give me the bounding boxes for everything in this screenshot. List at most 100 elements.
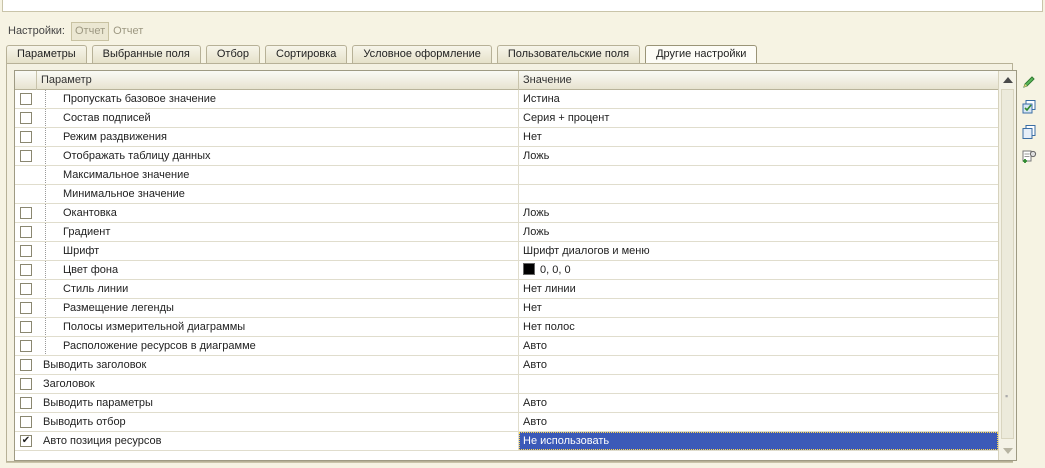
grid-header: Параметр Значение — [15, 71, 1016, 90]
row-checkbox[interactable] — [20, 378, 32, 390]
row-checkbox[interactable] — [20, 264, 32, 276]
parameter-cell[interactable]: Режим раздвижения — [37, 128, 519, 146]
parameter-cell[interactable]: Отображать таблицу данных — [37, 147, 519, 165]
value-cell[interactable]: Ложь — [519, 147, 998, 165]
header-value[interactable]: Значение — [519, 71, 998, 90]
copy-icon[interactable] — [1019, 122, 1039, 142]
row-checkbox[interactable] — [20, 397, 32, 409]
value-cell[interactable]: 0, 0, 0 — [519, 261, 998, 279]
parameter-label: Отображать таблицу данных — [63, 150, 211, 162]
value-cell[interactable]: Ложь — [519, 223, 998, 241]
row-checkbox[interactable] — [20, 207, 32, 219]
row-checkbox[interactable] — [20, 340, 32, 352]
value-cell[interactable]: Нет линии — [519, 280, 998, 298]
row-checkbox[interactable] — [20, 302, 32, 314]
table-row[interactable]: Отображать таблицу данных Ложь — [15, 147, 1016, 166]
scroll-up-icon[interactable] — [1003, 77, 1013, 83]
parameter-label: Выводить заголовок — [43, 359, 147, 371]
value-cell[interactable]: Серия + процент — [519, 109, 998, 127]
parameter-cell[interactable]: Расположение ресурсов в диаграмме — [37, 337, 519, 355]
row-checkbox[interactable] — [20, 93, 32, 105]
tab-parameters[interactable]: Параметры — [6, 45, 87, 63]
table-row[interactable]: Выводить отбор Авто — [15, 413, 1016, 432]
value-label: Не использовать — [523, 435, 610, 447]
table-row[interactable]: ✔ Авто позиция ресурсов Не использовать — [15, 432, 1016, 451]
table-row[interactable]: Окантовка Ложь — [15, 204, 1016, 223]
value-cell[interactable]: Авто — [519, 413, 998, 431]
table-row[interactable]: Пропускать базовое значение Истина — [15, 90, 1016, 109]
scroll-down-icon[interactable] — [1003, 448, 1013, 454]
parameter-cell[interactable]: Авто позиция ресурсов — [37, 432, 519, 450]
parameter-cell[interactable]: Шрифт — [37, 242, 519, 260]
parameter-cell[interactable]: Полосы измерительной диаграммы — [37, 318, 519, 336]
table-row[interactable]: Максимальное значение — [15, 166, 1016, 185]
row-check-cell — [15, 147, 37, 165]
table-row[interactable]: Выводить заголовок Авто — [15, 356, 1016, 375]
row-checkbox[interactable] — [20, 321, 32, 333]
table-row[interactable]: Заголовок — [15, 375, 1016, 394]
table-row[interactable]: Шрифт Шрифт диалогов и меню — [15, 242, 1016, 261]
parameter-cell[interactable]: Цвет фона — [37, 261, 519, 279]
tab-custom-fields[interactable]: Пользовательские поля — [496, 45, 641, 63]
edit-pencil-icon[interactable] — [1019, 72, 1039, 92]
parameter-cell[interactable]: Выводить параметры — [37, 394, 519, 412]
copy-settings-icon[interactable] — [1019, 97, 1039, 117]
row-checkbox[interactable] — [20, 283, 32, 295]
tab-other-settings[interactable]: Другие настройки — [645, 45, 758, 64]
table-row[interactable]: Расположение ресурсов в диаграмме Авто — [15, 337, 1016, 356]
row-checkbox[interactable] — [20, 359, 32, 371]
table-row[interactable]: Размещение легенды Нет — [15, 299, 1016, 318]
row-checkbox[interactable]: ✔ — [20, 435, 32, 447]
parameter-cell[interactable]: Максимальное значение — [37, 166, 519, 184]
settings-variant-button[interactable]: Отчет — [71, 21, 110, 41]
parameter-cell[interactable]: Выводить отбор — [37, 413, 519, 431]
table-row[interactable]: Минимальное значение — [15, 185, 1016, 204]
value-cell[interactable] — [519, 166, 998, 184]
table-row[interactable]: Состав подписей Серия + процент — [15, 109, 1016, 128]
table-row[interactable]: Стиль линии Нет линии — [15, 280, 1016, 299]
value-cell[interactable]: Истина — [519, 90, 998, 108]
value-label: Авто — [523, 397, 547, 409]
tab-filter[interactable]: Отбор — [205, 45, 260, 63]
row-checkbox[interactable] — [20, 150, 32, 162]
value-label: Авто — [523, 359, 547, 371]
vertical-scrollbar[interactable]: ▪ — [998, 71, 1016, 460]
row-checkbox[interactable] — [20, 245, 32, 257]
row-checkbox[interactable] — [20, 416, 32, 428]
parameter-cell[interactable]: Окантовка — [37, 204, 519, 222]
settings-variant-link[interactable]: Отчет — [113, 25, 143, 37]
table-row[interactable]: Полосы измерительной диаграммы Нет полос — [15, 318, 1016, 337]
parameter-cell[interactable]: Состав подписей — [37, 109, 519, 127]
row-checkbox[interactable] — [20, 131, 32, 143]
value-cell[interactable]: Ложь — [519, 204, 998, 222]
table-row[interactable]: Градиент Ложь — [15, 223, 1016, 242]
value-cell[interactable]: Нет — [519, 128, 998, 146]
scroll-thumb[interactable] — [1001, 89, 1014, 439]
value-cell[interactable] — [519, 185, 998, 203]
value-cell[interactable] — [519, 375, 998, 393]
row-checkbox[interactable] — [20, 226, 32, 238]
tab-selected-fields[interactable]: Выбранные поля — [91, 45, 201, 63]
value-cell[interactable]: Авто — [519, 337, 998, 355]
value-cell[interactable]: Авто — [519, 394, 998, 412]
add-field-icon[interactable] — [1019, 147, 1039, 167]
value-cell[interactable]: Нет — [519, 299, 998, 317]
parameter-cell[interactable]: Выводить заголовок — [37, 356, 519, 374]
table-row[interactable]: Цвет фона 0, 0, 0 — [15, 261, 1016, 280]
value-cell[interactable]: Нет полос — [519, 318, 998, 336]
parameter-cell[interactable]: Размещение легенды — [37, 299, 519, 317]
header-parameter[interactable]: Параметр — [37, 71, 519, 90]
value-cell[interactable]: Шрифт диалогов и меню — [519, 242, 998, 260]
tab-conditional-formatting[interactable]: Условное оформление — [352, 45, 492, 63]
parameter-cell[interactable]: Заголовок — [37, 375, 519, 393]
table-row[interactable]: Выводить параметры Авто — [15, 394, 1016, 413]
parameter-cell[interactable]: Стиль линии — [37, 280, 519, 298]
value-cell[interactable]: Авто — [519, 356, 998, 374]
parameter-cell[interactable]: Пропускать базовое значение — [37, 90, 519, 108]
parameter-cell[interactable]: Градиент — [37, 223, 519, 241]
row-checkbox[interactable] — [20, 112, 32, 124]
value-cell[interactable]: Не использовать — [519, 432, 998, 450]
table-row[interactable]: Режим раздвижения Нет — [15, 128, 1016, 147]
parameter-cell[interactable]: Минимальное значение — [37, 185, 519, 203]
tab-sorting[interactable]: Сортировка — [265, 45, 348, 63]
